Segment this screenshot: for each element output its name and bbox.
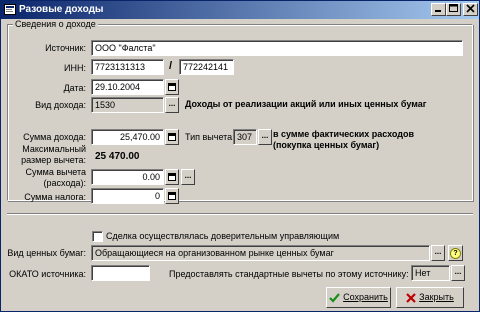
deduction-sum-label: Сумма вычета (расхода): <box>25 167 86 188</box>
close-window-button[interactable] <box>463 3 478 16</box>
inn-label: ИНН: <box>64 63 86 73</box>
minimize-button[interactable] <box>431 3 446 16</box>
checkmark-icon <box>329 292 340 303</box>
std-deductions-field[interactable]: Нет <box>411 265 450 281</box>
calculator-icon <box>168 173 176 181</box>
deduction-type-select-button[interactable]: ... <box>258 129 272 145</box>
date-label: Дата: <box>63 83 86 93</box>
source-label: Источник: <box>45 43 86 53</box>
help-icon: ? <box>450 248 461 259</box>
trust-management-label: Сделка осуществлялась доверительным упра… <box>106 231 340 241</box>
minimize-icon <box>435 10 441 12</box>
std-deductions-label: Предоставлять стандартные вычеты по этом… <box>169 269 409 279</box>
window-title: Разовые доходы <box>19 4 104 15</box>
title-bar: Разовые доходы <box>1 1 479 19</box>
tax-sum-calculator-button[interactable] <box>165 188 179 204</box>
okato-label: ОКАТО источника: <box>9 269 86 279</box>
close-button-label: Закрыть <box>419 292 454 302</box>
income-type-field[interactable]: 1530 <box>91 97 164 113</box>
date-field[interactable]: 29.10.2004 <box>91 79 164 95</box>
income-type-description: Доходы от реализации акций или иных ценн… <box>185 99 427 109</box>
amount-calculator-button[interactable] <box>165 129 179 145</box>
save-button[interactable]: Сохранить <box>326 287 391 308</box>
max-deduction-label: Максимальный размер вычета: <box>21 144 86 165</box>
std-deductions-select-button[interactable]: ... <box>451 265 465 281</box>
okato-field[interactable] <box>91 265 150 281</box>
deduction-type-label: Тип вычета: <box>185 132 235 142</box>
deduction-sum-select-button[interactable]: ... <box>181 169 195 185</box>
security-type-label: Вид ценных бумаг: <box>7 248 86 258</box>
kpp-field[interactable]: 772242141 <box>179 59 234 75</box>
income-details-legend: Сведения о доходе <box>13 19 98 29</box>
tax-sum-field[interactable]: 0 <box>91 188 164 204</box>
maximize-button[interactable] <box>446 3 461 16</box>
maximize-icon <box>449 4 458 12</box>
calendar-icon <box>168 83 176 91</box>
calculator-icon <box>168 133 176 141</box>
inn-kpp-separator: / <box>169 60 173 72</box>
deduction-type-field[interactable]: 307 <box>233 129 257 145</box>
section-separator <box>7 213 473 215</box>
amount-label: Сумма дохода: <box>23 132 86 142</box>
close-icon <box>466 4 475 13</box>
save-button-label: Сохранить <box>343 292 388 302</box>
security-type-select-button[interactable]: ... <box>431 245 445 261</box>
income-type-select-button[interactable]: ... <box>165 97 179 113</box>
dialog-window: Разовые доходы Сведения о доходе Источни… <box>0 0 480 312</box>
trust-management-checkbox[interactable] <box>92 231 103 242</box>
close-x-icon <box>406 292 416 303</box>
amount-field[interactable]: 25,470.00 <box>91 129 164 145</box>
income-type-label: Вид дохода: <box>35 100 86 110</box>
source-field[interactable]: ООО "Фалста" <box>91 40 463 56</box>
deduction-sum-calculator-button[interactable] <box>165 169 179 185</box>
close-button[interactable]: Закрыть <box>396 287 464 308</box>
help-button[interactable]: ? <box>448 245 463 261</box>
deduction-type-description: в сумме фактических расходов (покупка це… <box>273 129 415 150</box>
date-picker-button[interactable] <box>165 79 179 95</box>
deduction-sum-field[interactable]: 0.00 <box>91 169 164 185</box>
inn-field[interactable]: 7723131313 <box>91 59 164 75</box>
tax-sum-label: Сумма налога: <box>24 192 86 202</box>
max-deduction-value: 25 470.00 <box>95 151 140 162</box>
window-app-icon <box>4 4 16 15</box>
security-type-field[interactable]: Обращающиеся на организованном рынке цен… <box>91 245 430 261</box>
calculator-icon <box>168 192 176 200</box>
